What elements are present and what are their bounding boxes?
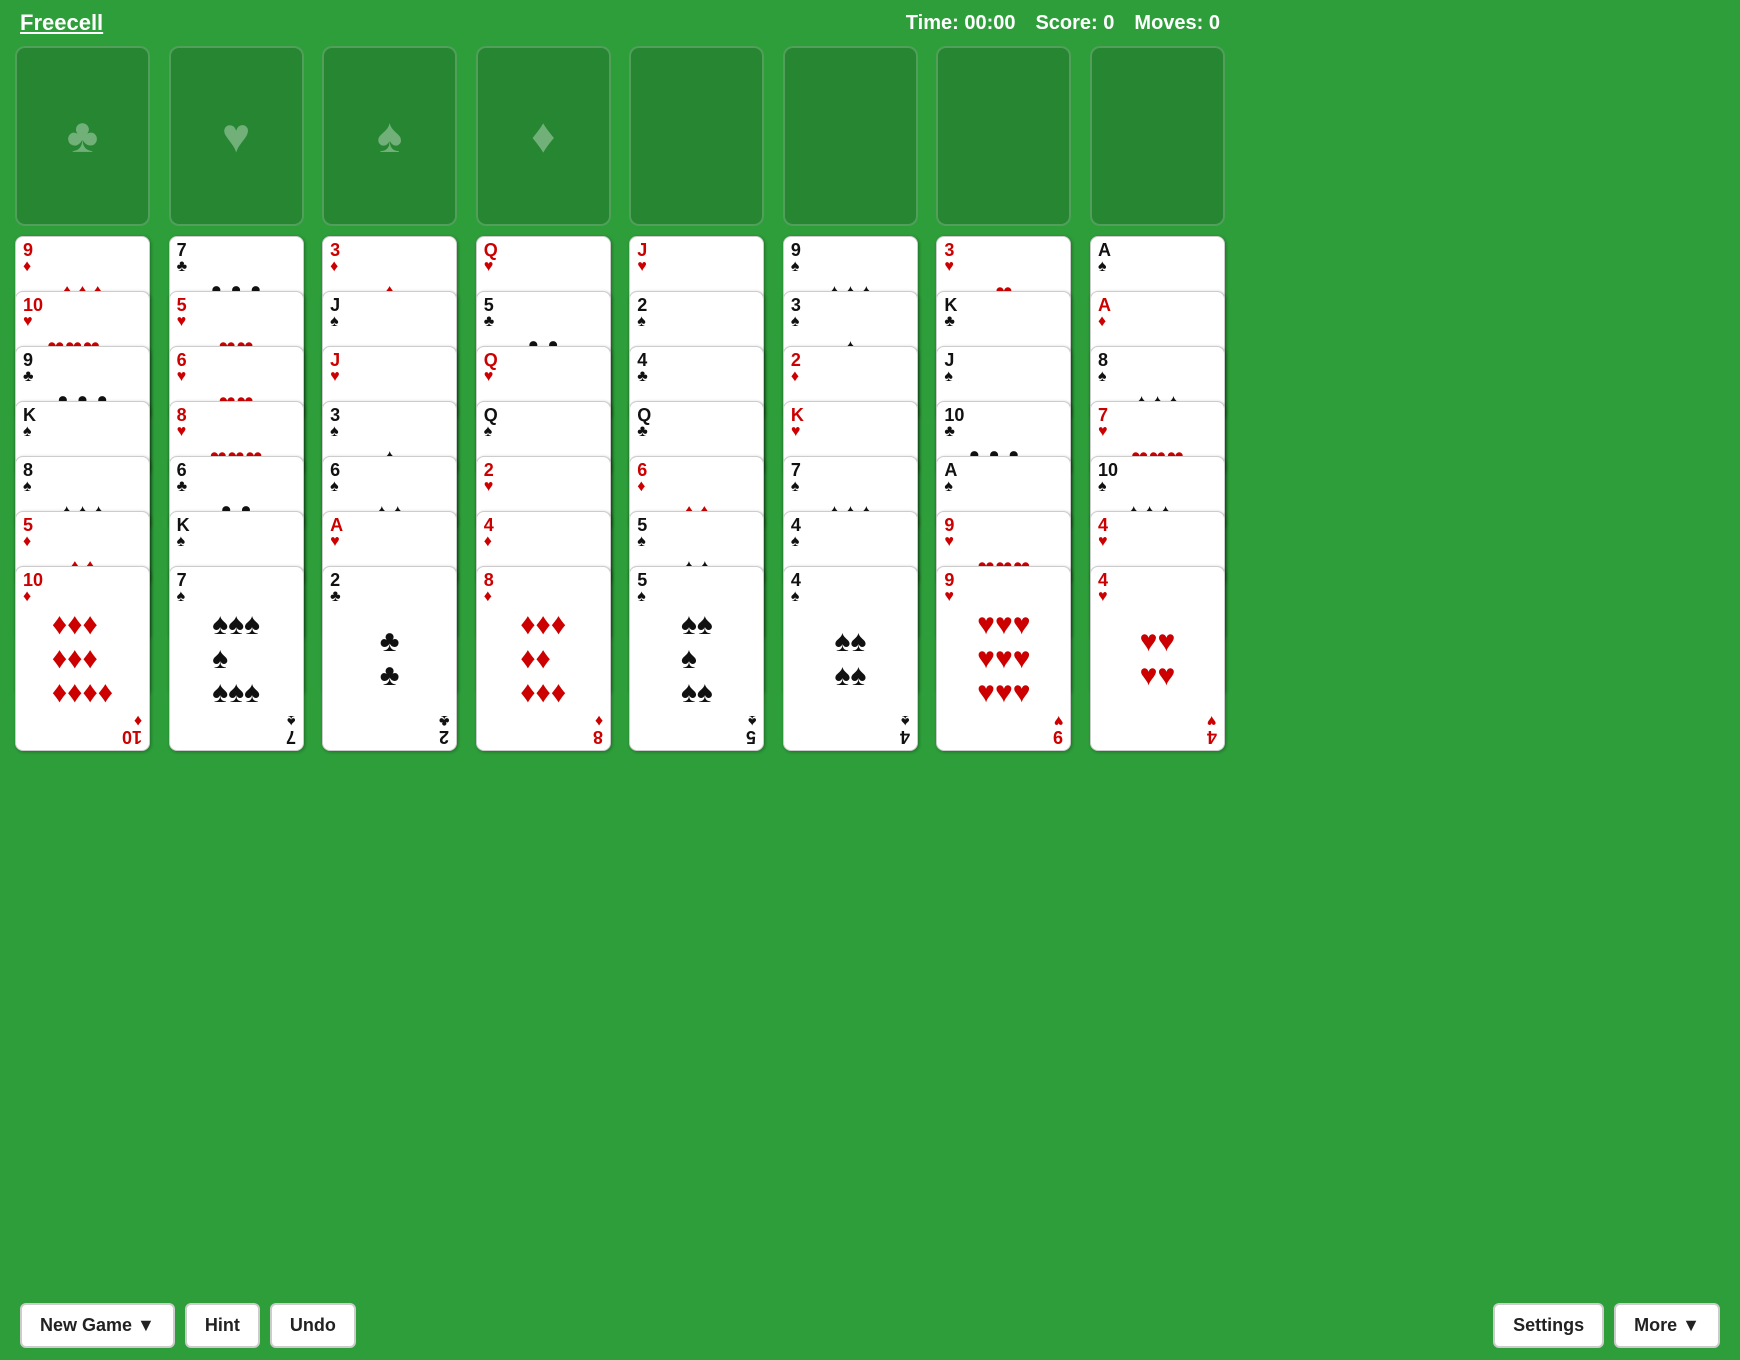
- foundation-3[interactable]: [936, 46, 1071, 226]
- card[interactable]: 5♠ ♠♠♠♠♠ 5♠: [629, 566, 764, 751]
- diamonds-icon: ♦: [531, 109, 556, 164]
- card[interactable]: 10♦ ♦♦♦♦♦♦♦♦♦♦ 10♦: [15, 566, 150, 751]
- card[interactable]: 7♠ ♠♠♠♠♠♠♠ 7♠: [169, 566, 304, 751]
- card[interactable]: 9♥ ♥♥♥♥♥♥♥♥♥ 9♥: [936, 566, 1071, 751]
- foundation-1[interactable]: [629, 46, 764, 226]
- foundation-4[interactable]: [1090, 46, 1225, 226]
- free-cell-2[interactable]: ♥: [169, 46, 304, 226]
- moves-display: Moves: 0: [1134, 12, 1220, 35]
- new-game-button[interactable]: New Game ▼: [20, 1303, 175, 1348]
- card[interactable]: 4♠ ♠♠♠♠ 4♠: [783, 566, 918, 751]
- free-cell-4[interactable]: ♦: [476, 46, 611, 226]
- spades-icon: ♠: [377, 109, 403, 164]
- free-cell-1[interactable]: ♣: [15, 46, 150, 226]
- time-display: Time: 00:00: [906, 12, 1016, 35]
- column-3: 3♦ ♦♦♦ 3♦ J♠ ♞ J♠ J♥ ♞ J♥ 3♠ ♠♠♠ 3♠ 6♠ ♠: [322, 236, 457, 751]
- foundation-2[interactable]: [783, 46, 918, 226]
- columns: 9♦ ♦♦♦♦♦♦♦♦♦ 9♦ 10♥ ♥♥♥♥♥♥♥♥♥♥ 10♥ 9♣ ♣♣…: [15, 236, 1225, 751]
- card[interactable]: 2♣ ♣♣ 2♣: [322, 566, 457, 751]
- column-6: 9♠ ♠♠♠♠♠♠♠♠♠ 9♠ 3♠ ♠♠♠ 3♠ 2♦ ♦♦ 2♦ K♥ ♔ …: [783, 236, 918, 751]
- settings-button[interactable]: Settings: [1493, 1303, 1604, 1348]
- column-8: A♠ ♠ A♠ A♦ ♦ A♦ 8♠ ♠♠♠♠♠♠♠♠ 8♠ 7♥ ♥♥♥♥♥♥…: [1090, 236, 1225, 751]
- game-title[interactable]: Freecell: [20, 10, 103, 36]
- bottom-bar: New Game ▼ Hint Undo Settings More ▼: [0, 1291, 1740, 1360]
- more-button[interactable]: More ▼: [1614, 1303, 1720, 1348]
- free-cell-3[interactable]: ♠: [322, 46, 457, 226]
- column-5: J♥ ♞ J♥ 2♠ ♠♠ 2♠ 4♣ ♣♣♣♣ 4♣ Q♣ ♛ Q♣ 6♦ ♦: [629, 236, 764, 751]
- score-display: Score: 0: [1035, 12, 1114, 35]
- clubs-icon: ♣: [67, 109, 99, 164]
- undo-button[interactable]: Undo: [270, 1303, 356, 1348]
- bottom-left-buttons: New Game ▼ Hint Undo: [20, 1303, 356, 1348]
- column-4: Q♥ ♛ Q♥ 5♣ ♣♣♣♣♣ 5♣ Q♥ ♛ Q♥ Q♠ ♛ Q♠ 2♥ ♥: [476, 236, 611, 751]
- game-stats: Time: 00:00 Score: 0 Moves: 0: [906, 12, 1220, 35]
- top-row: ♣ ♥ ♠ ♦: [15, 46, 1225, 226]
- column-1: 9♦ ♦♦♦♦♦♦♦♦♦ 9♦ 10♥ ♥♥♥♥♥♥♥♥♥♥ 10♥ 9♣ ♣♣…: [15, 236, 150, 751]
- header: Freecell Time: 00:00 Score: 0 Moves: 0: [0, 0, 1240, 46]
- hint-button[interactable]: Hint: [185, 1303, 260, 1348]
- column-2: 7♣ ♣♣♣♣♣♣♣ 7♣ 5♥ ♥♥♥♥♥ 5♥ 6♥ ♥♥♥♥♥♥ 6♥ 8…: [169, 236, 304, 751]
- hearts-icon: ♥: [222, 109, 251, 164]
- bottom-right-buttons: Settings More ▼: [1493, 1303, 1720, 1348]
- card[interactable]: 4♥ ♥♥♥♥ 4♥: [1090, 566, 1225, 751]
- card[interactable]: 8♦ ♦♦♦♦♦♦♦♦ 8♦: [476, 566, 611, 751]
- game-area: ♣ ♥ ♠ ♦ 9♦ ♦♦♦♦♦♦♦♦♦ 9♦ 10♥ ♥♥♥♥♥♥♥♥♥♥: [0, 46, 1240, 751]
- column-7: 3♥ ♥♥♥ 3♥ K♣ ♔ K♣ J♠ ♞ J♠ 10♣ ♣♣♣♣♣♣♣♣♣♣…: [936, 236, 1071, 751]
